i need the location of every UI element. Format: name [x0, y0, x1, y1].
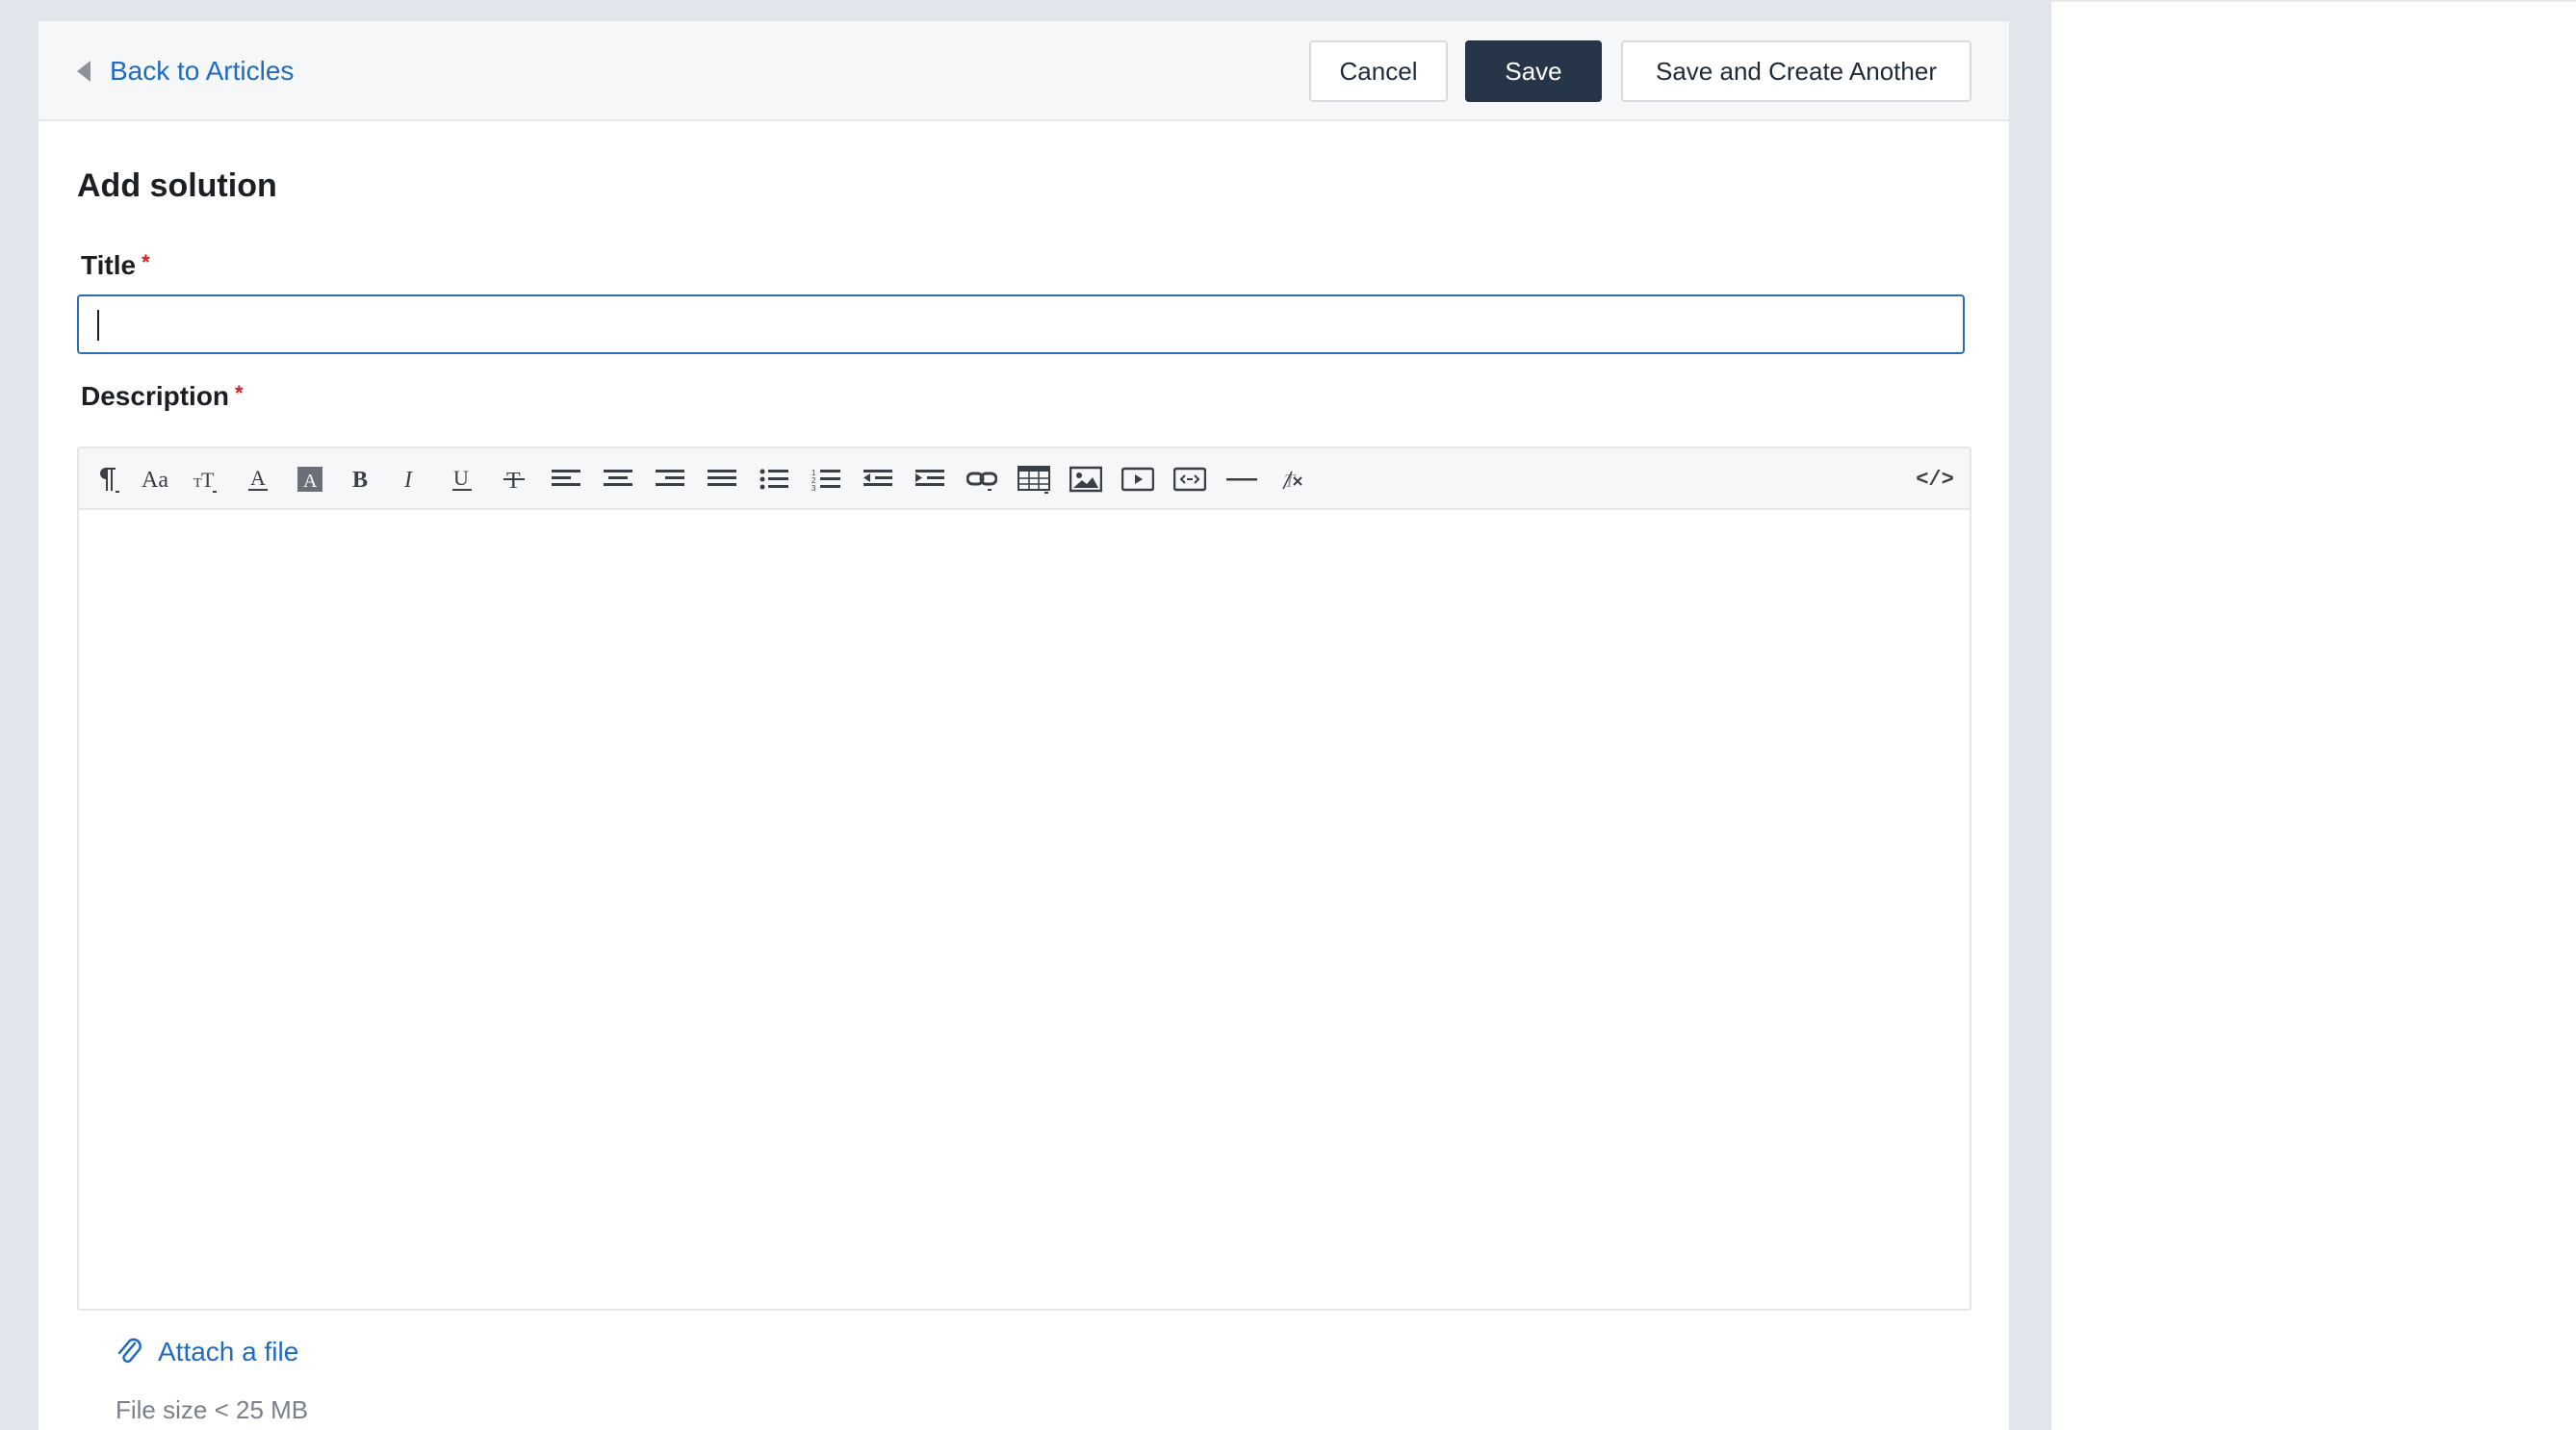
horizontal-rule-icon[interactable] — [1221, 458, 1263, 500]
code-view-icon[interactable]: </> — [1908, 458, 1962, 500]
text-color-icon[interactable]: A — [237, 458, 279, 500]
strikethrough-icon[interactable]: T — [493, 458, 535, 500]
attach-file-label: Attach a file — [158, 1337, 299, 1366]
svg-text:T: T — [201, 468, 215, 492]
svg-text:I: I — [403, 468, 413, 493]
svg-text:T: T — [506, 469, 521, 494]
required-marker: * — [142, 250, 150, 274]
outdent-icon[interactable] — [857, 458, 899, 500]
bold-icon[interactable]: B — [339, 458, 381, 500]
paperclip-icon — [117, 1338, 142, 1364]
svg-text:A: A — [303, 471, 318, 492]
title-field-label: Title * — [81, 250, 150, 281]
align-center-icon[interactable] — [597, 458, 639, 500]
svg-text:U: U — [453, 466, 469, 490]
file-size-note: File size < 25 MB — [116, 1395, 309, 1424]
title-input[interactable] — [77, 294, 1965, 354]
svg-text:3: 3 — [811, 484, 816, 492]
cancel-button[interactable]: Cancel — [1309, 40, 1448, 102]
align-right-icon[interactable] — [649, 458, 691, 500]
description-editor: Aa TT A A B I U T 1 2 3 T </> — [77, 447, 1971, 1311]
editor-toolbar: Aa TT A A B I U T 1 2 3 T </> — [79, 448, 1970, 510]
back-to-articles-link[interactable]: Back to Articles — [77, 50, 294, 92]
paragraph-format-icon[interactable] — [87, 458, 129, 500]
description-field-label: Description * — [81, 381, 244, 412]
svg-text:Aa: Aa — [142, 468, 168, 493]
attach-file-link[interactable]: Attach a file — [116, 1336, 298, 1368]
align-justify-icon[interactable] — [701, 458, 743, 500]
svg-text:B: B — [352, 468, 368, 493]
italic-icon[interactable]: I — [389, 458, 431, 500]
font-size-icon[interactable]: TT — [185, 458, 227, 500]
back-arrow-icon — [77, 61, 90, 82]
save-and-create-another-button[interactable]: Save and Create Another — [1621, 40, 1971, 102]
text-cursor — [97, 310, 99, 341]
description-editor-body[interactable] — [79, 510, 1970, 1309]
insert-table-icon[interactable] — [1013, 458, 1055, 500]
insert-video-icon[interactable] — [1117, 458, 1159, 500]
article-form-panel: Back to Articles Cancel Save Save and Cr… — [39, 21, 2009, 1430]
description-label-text: Description — [81, 381, 230, 411]
background-color-icon[interactable]: A — [289, 458, 331, 500]
insert-image-icon[interactable] — [1065, 458, 1107, 500]
font-family-icon[interactable]: Aa — [137, 458, 179, 500]
clear-formatting-icon[interactable]: T — [1273, 458, 1315, 500]
align-left-icon[interactable] — [545, 458, 587, 500]
bullet-list-icon[interactable] — [753, 458, 795, 500]
required-marker: * — [235, 381, 244, 405]
panel-header: Back to Articles Cancel Save Save and Cr… — [39, 21, 2009, 121]
indent-icon[interactable] — [909, 458, 951, 500]
underline-icon[interactable]: U — [441, 458, 483, 500]
form-title: Add solution — [77, 167, 277, 204]
title-label-text: Title — [81, 250, 137, 280]
embed-code-icon[interactable] — [1169, 458, 1211, 500]
numbered-list-icon[interactable]: 123 — [805, 458, 847, 500]
svg-text:A: A — [250, 466, 266, 490]
right-pane — [2051, 0, 2576, 1430]
insert-link-icon[interactable] — [961, 458, 1003, 500]
back-link-label: Back to Articles — [110, 56, 295, 86]
save-button[interactable]: Save — [1465, 40, 1602, 102]
